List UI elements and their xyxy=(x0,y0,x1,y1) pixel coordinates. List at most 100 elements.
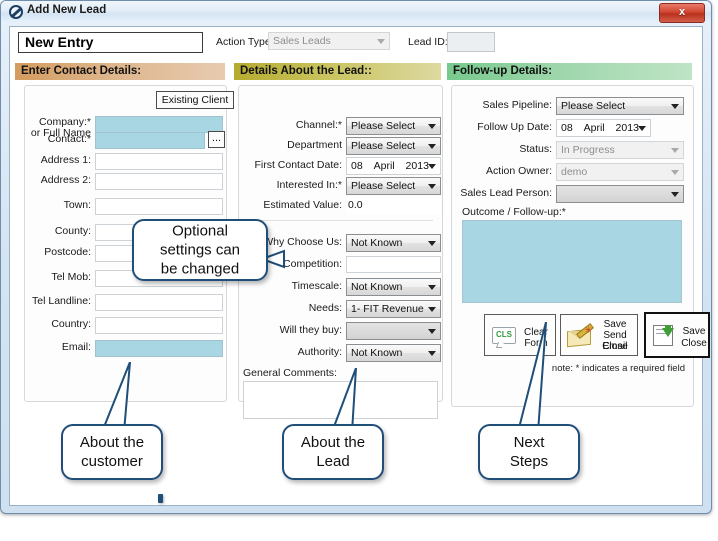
status-select[interactable]: In Progress xyxy=(556,141,684,159)
chevron-down-icon xyxy=(671,192,679,197)
callout-customer-text: About the customer xyxy=(63,433,161,471)
timescale-select[interactable]: Not Known xyxy=(346,278,441,296)
first-contact-month: April xyxy=(373,160,395,172)
next-steps-callout-pointer xyxy=(516,322,547,434)
address1-label: Address 1: xyxy=(40,154,91,166)
department-select[interactable]: Please Select xyxy=(346,137,441,155)
email-input[interactable] xyxy=(95,340,223,357)
top-toolbar: New Entry Action Type: Sales Leads Lead … xyxy=(10,27,702,60)
address2-input[interactable] xyxy=(95,173,223,190)
timescale-value: Not Known xyxy=(351,281,403,293)
action-owner-value: demo xyxy=(561,166,588,178)
save-close-label-2: Close xyxy=(681,338,707,349)
existing-client-button[interactable]: Existing Client xyxy=(156,91,234,109)
follow-up-date-label: Follow Up Date: xyxy=(477,121,552,133)
why-choose-us-value: Not Known xyxy=(351,237,403,249)
contact-browse-button[interactable]: ... xyxy=(208,131,225,148)
chevron-down-icon xyxy=(428,241,436,246)
interested-in-label: Interested In:* xyxy=(276,179,342,191)
company-input[interactable] xyxy=(95,116,223,133)
channel-select[interactable]: Please Select xyxy=(346,117,441,135)
chevron-down-icon xyxy=(671,170,679,175)
save-close-label-1: Save xyxy=(682,326,706,337)
save-close-button[interactable]: Save Close xyxy=(644,312,710,358)
authority-select[interactable]: Not Known xyxy=(346,344,441,362)
follow-up-year: 2013 xyxy=(615,122,639,134)
lead-id-input[interactable] xyxy=(447,32,495,52)
callout-next-line2: Steps xyxy=(509,453,549,470)
followup-panel-header: Follow-up Details: xyxy=(447,63,692,80)
channel-value: Please Select xyxy=(351,120,416,132)
callout-customer-line2: customer xyxy=(81,453,143,470)
callout-about-lead: About the Lead xyxy=(282,424,384,480)
save-disk-icon xyxy=(653,325,677,346)
callout-next-line1: Next xyxy=(513,434,545,451)
close-button[interactable]: x xyxy=(659,3,705,23)
town-input[interactable] xyxy=(95,198,223,215)
save-email-label-1: Save xyxy=(603,319,627,330)
callout-about-customer: About the customer xyxy=(61,424,163,480)
lead-id-label: Lead ID: xyxy=(408,36,448,48)
follow-up-date-picker[interactable]: 08 April 2013 xyxy=(556,119,651,137)
county-label: County: xyxy=(54,225,91,237)
country-label: Country: xyxy=(51,318,91,330)
chevron-down-icon xyxy=(638,126,646,131)
address1-input[interactable] xyxy=(95,153,223,170)
chevron-down-icon xyxy=(428,329,436,334)
chevron-down-icon xyxy=(428,307,436,312)
sales-pipeline-label: Sales Pipeline: xyxy=(482,99,552,111)
why-choose-us-select[interactable]: Not Known xyxy=(346,234,441,252)
status-value: In Progress xyxy=(561,144,615,156)
tel-landline-label: Tel Landline: xyxy=(32,295,91,307)
first-contact-date-label: First Contact Date: xyxy=(254,159,342,171)
needs-label: Needs: xyxy=(308,302,342,314)
outcome-textarea[interactable] xyxy=(462,220,682,303)
department-label: Department xyxy=(287,139,342,151)
callout-lead-text: About the Lead xyxy=(284,433,382,471)
optional-callout-pointer xyxy=(262,249,285,269)
interested-in-select[interactable]: Please Select xyxy=(346,177,441,195)
contact-panel-header: Enter Contact Details: xyxy=(15,63,225,80)
chevron-down-icon xyxy=(428,184,436,189)
title-bar: Add New Lead x xyxy=(1,1,711,23)
needs-value: 1- FIT Revenue xyxy=(351,303,424,315)
sales-pipeline-select[interactable]: Please Select xyxy=(556,97,684,115)
screenshot-root: Add New Lead x New Entry Action Type: Sa… xyxy=(0,0,718,541)
address2-label: Address 2: xyxy=(40,174,91,186)
postcode-label: Postcode: xyxy=(44,246,91,258)
general-comments-label: General Comments: xyxy=(243,367,337,379)
first-contact-date-picker[interactable]: 08 April 2013 xyxy=(346,157,441,175)
will-they-buy-label: Will they buy: xyxy=(279,324,342,336)
will-they-buy-select[interactable] xyxy=(346,322,441,340)
callout-lead-line2: Lead xyxy=(316,453,350,470)
email-label: Email: xyxy=(61,341,91,353)
callout-optional-line2: settings can xyxy=(159,241,241,259)
authority-label: Authority: xyxy=(297,346,342,358)
divider xyxy=(247,220,433,221)
country-input[interactable] xyxy=(95,317,223,334)
contact-input[interactable] xyxy=(95,132,205,149)
followup-details-panel: Sales Pipeline: Please Select Follow Up … xyxy=(451,85,710,407)
sales-lead-person-select[interactable] xyxy=(556,185,684,203)
callout-customer-line1: About the xyxy=(79,434,145,451)
channel-label: Channel:* xyxy=(295,119,342,131)
estimated-value-input[interactable]: 0.0 xyxy=(346,197,441,214)
entry-title-input[interactable]: New Entry xyxy=(18,32,203,53)
competition-input[interactable] xyxy=(346,256,441,273)
window-title: Add New Lead xyxy=(27,4,107,16)
action-owner-select[interactable]: demo xyxy=(556,163,684,181)
chevron-down-icon xyxy=(428,164,436,169)
action-type-label: Action Type: xyxy=(216,36,274,48)
tel-landline-input[interactable] xyxy=(95,294,223,311)
status-label: Status: xyxy=(519,143,552,155)
needs-select[interactable]: 1- FIT Revenue xyxy=(346,300,441,318)
callout-optional-line1: Optional xyxy=(172,222,228,240)
callout-next-text: Next Steps xyxy=(480,433,578,471)
action-type-select[interactable]: Sales Leads xyxy=(268,32,390,50)
first-contact-year: 2013 xyxy=(405,160,429,172)
follow-up-month: April xyxy=(583,122,605,134)
outcome-label: Outcome / Follow-up:* xyxy=(462,206,566,218)
authority-value: Not Known xyxy=(351,347,403,359)
chevron-down-icon xyxy=(377,39,385,44)
sales-lead-person-label: Sales Lead Person: xyxy=(460,187,552,199)
